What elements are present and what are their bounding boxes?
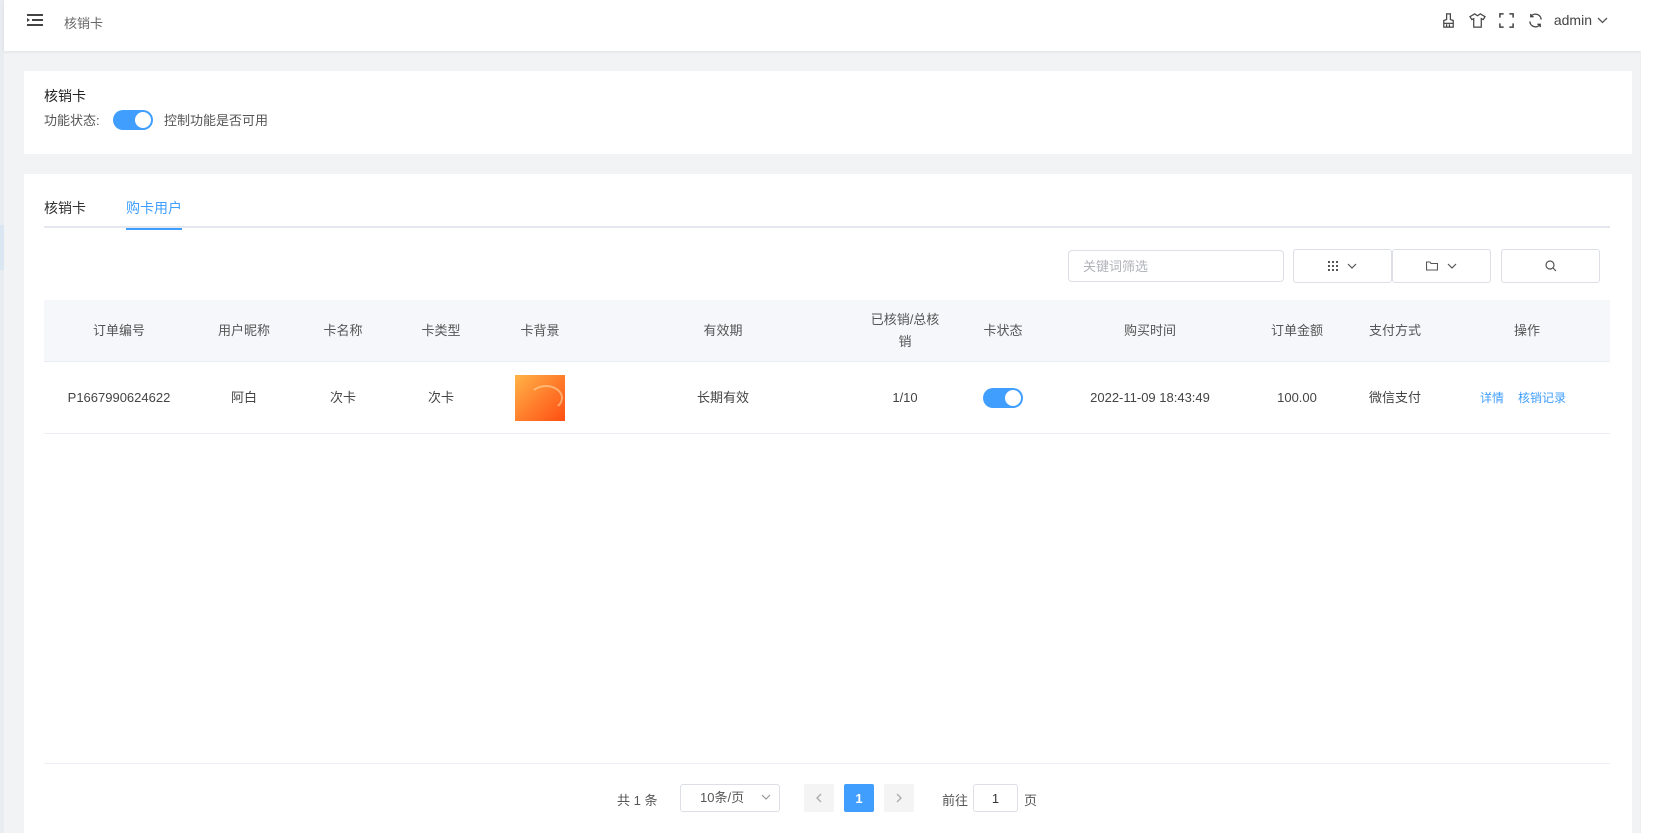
sidebar-active-marker — [0, 225, 4, 270]
user-menu[interactable]: admin — [1554, 12, 1608, 28]
fullscreen-icon[interactable] — [1498, 12, 1515, 29]
card-title: 核销卡 — [44, 88, 86, 104]
column-header: 用户昵称 — [217, 322, 270, 338]
feature-toggle[interactable] — [113, 110, 153, 130]
username: admin — [1553, 12, 1592, 28]
column-header: 操作 — [1513, 322, 1540, 338]
chevron-left-icon — [816, 793, 822, 803]
main-card: 核销卡 购卡用户 订单编号 用户昵称 卡名称 — [24, 174, 1632, 833]
refresh-icon[interactable] — [1527, 12, 1544, 29]
search-button[interactable] — [1501, 249, 1600, 283]
search-icon — [1544, 260, 1556, 272]
validity: 长期有效 — [696, 389, 749, 405]
payment-method: 微信支付 — [1368, 389, 1421, 405]
chevron-down-icon — [1597, 17, 1608, 23]
page-number-button[interactable]: 1 — [844, 784, 874, 812]
sidebar-edge — [0, 0, 4, 833]
export-button[interactable] — [1392, 249, 1491, 283]
folder-icon — [1426, 261, 1438, 271]
page-unit-label: 页 — [1024, 793, 1038, 808]
header-actions: admin — [1428, 9, 1608, 31]
card-name: 次卡 — [329, 389, 356, 405]
chevron-down-icon — [1447, 263, 1457, 269]
keyword-search-input[interactable] — [1068, 250, 1284, 282]
breadcrumb[interactable]: 核销卡 — [64, 13, 103, 32]
page-size-value: 10条/页 — [700, 790, 745, 805]
card-status-toggle[interactable] — [983, 387, 1023, 408]
details-link[interactable]: 详情 — [1480, 387, 1504, 409]
column-header: 订单编号 — [92, 322, 145, 338]
brush-icon[interactable] — [1440, 12, 1457, 29]
chevron-down-icon — [761, 794, 771, 800]
column-header: 卡名称 — [323, 322, 363, 338]
column-header: 已核销/总核销 — [870, 311, 940, 349]
columns-icon — [1328, 261, 1338, 271]
columns-button[interactable] — [1293, 249, 1392, 283]
tab-card-buyers[interactable]: 购卡用户 — [126, 198, 182, 230]
card-type: 次卡 — [427, 389, 454, 405]
row-actions: 详情 核销记录 — [1444, 362, 1610, 433]
scrollbar[interactable] — [1640, 51, 1654, 833]
tab-bar: 核销卡 购卡用户 — [44, 198, 1610, 230]
column-header: 订单金额 — [1270, 322, 1323, 338]
chevron-down-icon — [1347, 263, 1357, 269]
user-nickname: 阿白 — [230, 389, 257, 405]
pagination: 共 1 条 10条/页 1 前往 页 — [24, 784, 1632, 814]
column-header: 购买时间 — [1123, 322, 1176, 338]
tab-verification-card[interactable]: 核销卡 — [44, 198, 86, 228]
table-header: 订单编号 用户昵称 卡名称 卡类型 卡背景 有效期 已核销/总核销 卡状态 购买… — [44, 300, 1610, 362]
status-hint: 控制功能是否可用 — [164, 113, 269, 128]
column-header: 有效期 — [703, 322, 743, 338]
divider — [44, 763, 1610, 764]
shirt-icon[interactable] — [1468, 12, 1486, 29]
verification-records-link[interactable]: 核销记录 — [1518, 387, 1566, 409]
column-header: 卡类型 — [421, 322, 461, 338]
order-number: P1667990624622 — [67, 389, 171, 405]
chevron-right-icon — [896, 793, 902, 803]
status-label: 功能状态: — [44, 113, 100, 128]
page-size-select[interactable]: 10条/页 — [680, 784, 780, 812]
goto-page-input[interactable] — [973, 784, 1018, 812]
column-header: 卡背景 — [520, 322, 560, 338]
top-header: 核销卡 admin — [4, 0, 1654, 51]
column-header: 支付方式 — [1368, 322, 1421, 338]
purchase-time: 2022-11-09 18:43:49 — [1090, 389, 1210, 405]
used-total-count: 1/10 — [892, 389, 918, 405]
column-header: 卡状态 — [983, 322, 1023, 338]
card-background-thumbnail[interactable] — [515, 374, 565, 421]
buyers-table: 订单编号 用户昵称 卡名称 卡类型 卡背景 有效期 已核销/总核销 卡状态 购买… — [44, 300, 1610, 434]
next-page-button[interactable] — [884, 784, 914, 812]
feature-status-card: 核销卡 功能状态: 控制功能是否可用 — [24, 71, 1632, 154]
total-count: 共 1 条 — [617, 793, 658, 808]
menu-fold-icon[interactable] — [26, 12, 44, 28]
card-status — [954, 362, 1052, 433]
table-row: P1667990624622 阿白 次卡 次卡 长期有效 1/10 2022-1… — [44, 362, 1610, 434]
prev-page-button[interactable] — [804, 784, 834, 812]
goto-label: 前往 — [942, 793, 969, 808]
card-background — [490, 362, 590, 433]
order-amount: 100.00 — [1277, 389, 1317, 405]
